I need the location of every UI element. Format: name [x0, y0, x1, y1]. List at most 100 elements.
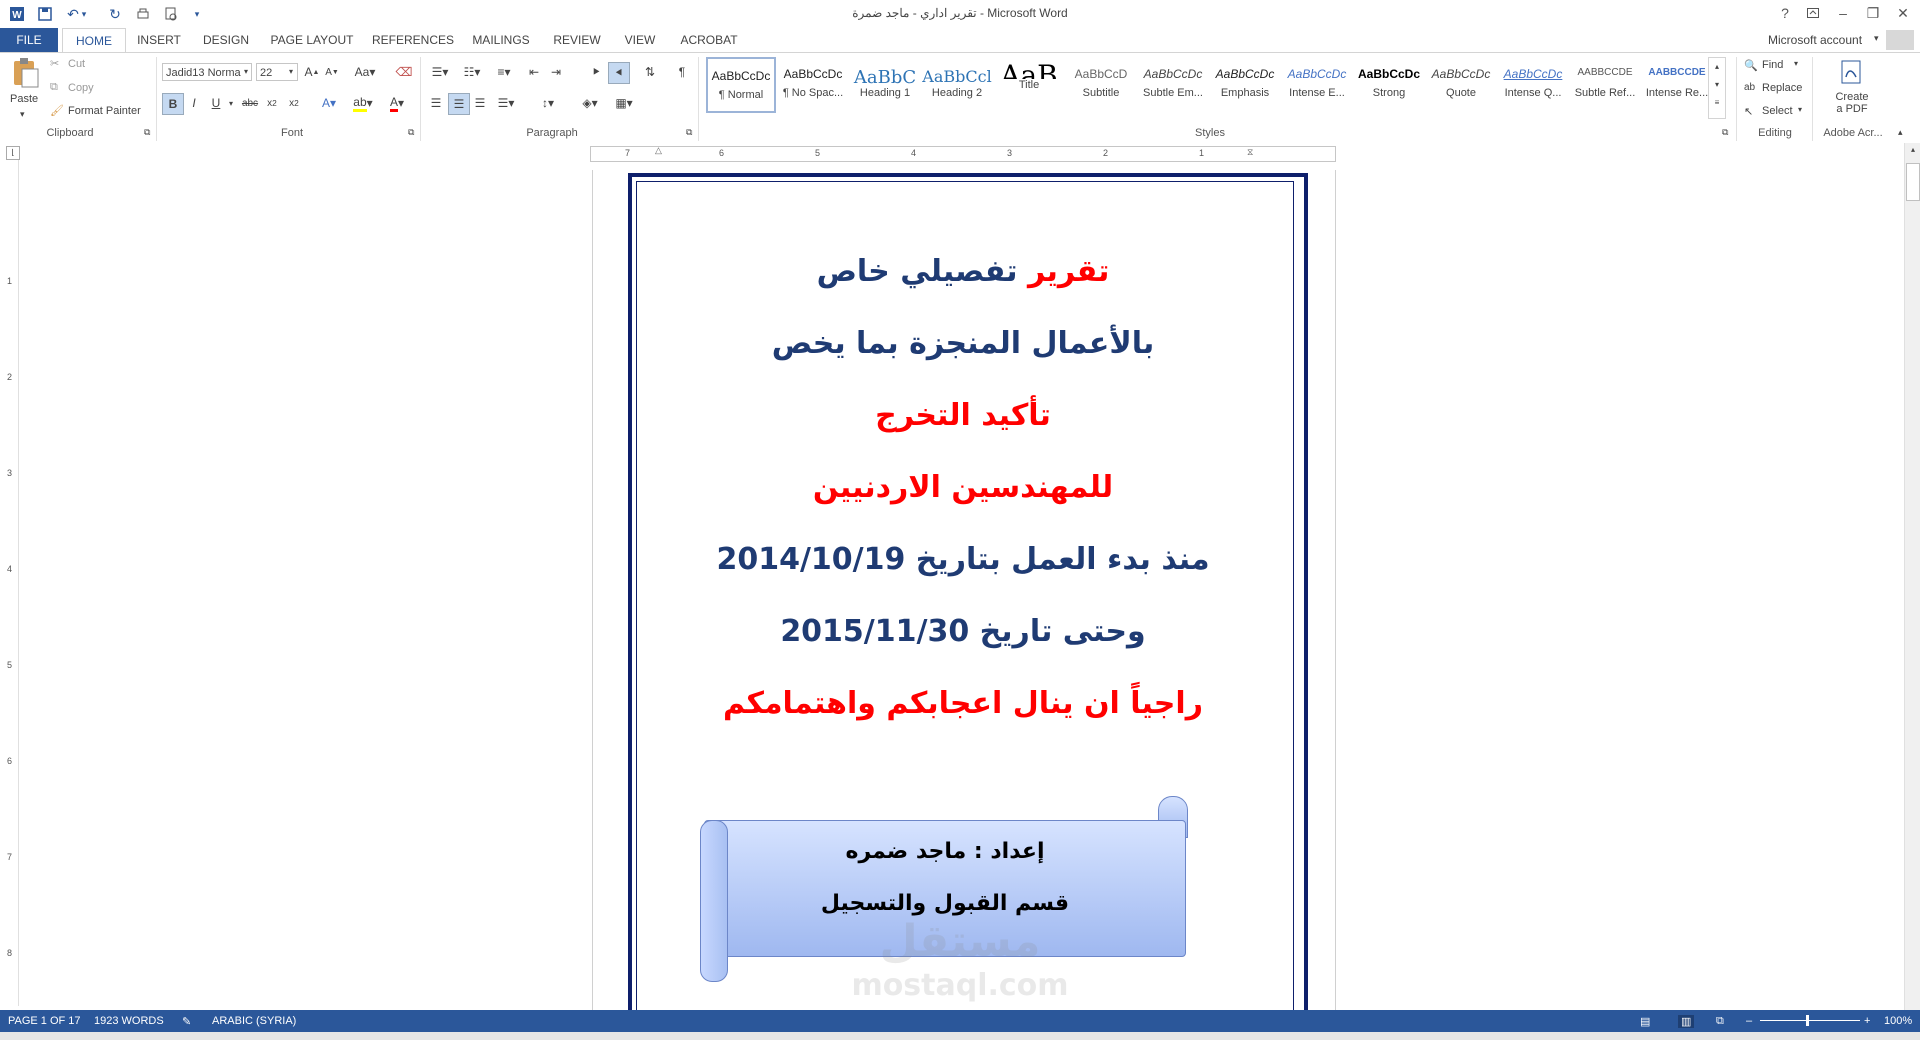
find-icon[interactable]: 🔍 — [1744, 59, 1758, 72]
superscript-button[interactable]: x2 — [284, 93, 304, 113]
subscript-button[interactable]: x2 — [262, 93, 282, 113]
style-subtitle[interactable]: AaBbCcD Subtitle — [1066, 57, 1136, 113]
style-intense-re[interactable]: AABBCCDE Intense Re... — [1642, 57, 1712, 113]
shading-icon[interactable]: ◈▾ — [576, 93, 604, 113]
help-button[interactable]: ? — [1770, 0, 1800, 26]
document-line[interactable]: وحتى تاريخ 2015/11/30 — [592, 614, 1334, 649]
font-name-input[interactable]: Jadid13 Norma — [162, 63, 252, 81]
zoom-slider-thumb[interactable] — [1806, 1015, 1809, 1026]
vertical-ruler[interactable]: 1 2 3 4 5 6 7 8 — [4, 160, 19, 1006]
multilevel-list-icon[interactable]: ≡▾ — [490, 62, 518, 82]
restore-icon[interactable]: ❐ — [1858, 0, 1888, 26]
paste-icon[interactable] — [10, 57, 40, 88]
increase-indent-icon[interactable]: ⇥ — [546, 62, 566, 82]
sort-icon[interactable]: ⇅ — [640, 62, 660, 82]
justify-icon[interactable]: ☰▾ — [492, 93, 520, 113]
avatar[interactable] — [1886, 30, 1914, 50]
language-indicator[interactable]: ARABIC (SYRIA) — [212, 1015, 296, 1027]
styles-launcher-icon[interactable]: ⧉ — [1722, 127, 1728, 138]
zoom-in-icon[interactable]: + — [1864, 1015, 1870, 1027]
ribbon-display-icon[interactable] — [1798, 0, 1828, 26]
format-painter-icon[interactable]: 🖌 — [50, 104, 64, 117]
copy-icon[interactable]: ⧉ — [50, 81, 58, 94]
preview-search-icon[interactable] — [160, 3, 182, 25]
right-indent-marker-icon[interactable]: ⧖ — [1247, 147, 1253, 158]
style-subtle-ref[interactable]: AABBCCDE Subtle Ref... — [1570, 57, 1640, 113]
undo-dropdown-icon[interactable]: ▾ — [78, 3, 90, 25]
font-size-dropdown-icon[interactable]: ▾ — [289, 67, 293, 76]
tab-selector-icon[interactable]: ⌊ — [6, 146, 20, 160]
change-case-icon[interactable]: Aa▾ — [350, 62, 380, 82]
rtl-icon[interactable]: ⯇ — [608, 62, 630, 84]
highlight-color-icon[interactable]: ab ▾ — [348, 93, 378, 113]
print-layout-icon[interactable]: ▥ — [1678, 1015, 1695, 1028]
ltr-icon[interactable]: ⯈ — [586, 62, 606, 82]
bullets-icon[interactable]: ☰▾ — [426, 62, 454, 82]
left-indent-marker-icon[interactable]: △ — [655, 145, 662, 156]
select-icon[interactable]: ↖ — [1744, 105, 1753, 118]
style-heading-2[interactable]: AaBbCcl Heading 2 — [922, 57, 992, 113]
paragraph-launcher-icon[interactable]: ⧉ — [686, 127, 692, 138]
document-line[interactable]: تقرير تفصيلي خاص — [592, 254, 1334, 289]
tab-insert[interactable]: INSERT — [132, 28, 186, 52]
bold-button[interactable]: B — [162, 93, 184, 115]
find-dropdown-icon[interactable]: ▾ — [1794, 59, 1798, 68]
select-dropdown-icon[interactable]: ▾ — [1798, 105, 1802, 114]
tab-design[interactable]: DESIGN — [198, 28, 254, 52]
tab-review[interactable]: REVIEW — [548, 28, 606, 52]
customize-qat-icon[interactable]: ▾ — [186, 3, 208, 25]
scrollbar-thumb[interactable] — [1906, 163, 1920, 201]
font-launcher-icon[interactable]: ⧉ — [408, 127, 414, 138]
minimize-icon[interactable]: – — [1828, 0, 1858, 26]
paste-dropdown-icon[interactable]: ▾ — [20, 109, 25, 120]
style-heading-1[interactable]: AaBbC Heading 1 — [850, 57, 920, 113]
style-intense-e[interactable]: AaBbCcDc Intense E... — [1282, 57, 1352, 113]
style-strong[interactable]: AaBbCcDc Strong — [1354, 57, 1424, 113]
document-line[interactable]: راجياً ان ينال اعجابكم واهتمامكم — [592, 686, 1334, 721]
find-button[interactable]: Find — [1762, 59, 1783, 71]
italic-button[interactable]: I — [184, 93, 204, 113]
account-name[interactable]: Microsoft account — [1768, 33, 1862, 47]
copy-button[interactable]: Copy — [68, 82, 94, 94]
web-layout-icon[interactable]: ⧉ — [1716, 1015, 1724, 1028]
clear-formatting-icon[interactable]: ⌫ — [394, 62, 414, 82]
cut-button[interactable]: Cut — [68, 58, 85, 70]
shrink-font-icon[interactable]: A ▼ — [322, 62, 342, 82]
redo-icon[interactable]: ↻ — [104, 3, 126, 25]
horizontal-ruler[interactable]: 7 6 5 4 3 2 1 △ ⧖ — [590, 145, 1336, 162]
print-preview-icon[interactable] — [132, 3, 154, 25]
select-button[interactable]: Select — [1762, 105, 1793, 117]
zoom-out-icon[interactable]: – — [1746, 1015, 1752, 1027]
align-center-icon[interactable]: ☰ — [448, 93, 470, 115]
page-count[interactable]: PAGE 1 OF 17 — [8, 1015, 81, 1027]
clipboard-launcher-icon[interactable]: ⧉ — [144, 127, 150, 138]
vertical-scrollbar[interactable]: ▴ — [1904, 143, 1920, 1011]
create-pdf-icon[interactable] — [1838, 59, 1864, 85]
cut-icon[interactable]: ✂ — [50, 57, 59, 70]
document-line[interactable]: بالأعمال المنجزة بما يخص — [592, 326, 1334, 361]
decrease-indent-icon[interactable]: ⇤ — [524, 62, 544, 82]
font-name-dropdown-icon[interactable]: ▾ — [244, 67, 248, 76]
collapse-ribbon-icon[interactable]: ▴ — [1898, 127, 1903, 138]
word-count[interactable]: 1923 WORDS — [94, 1015, 164, 1027]
document-line[interactable]: تأكيد التخرج — [592, 398, 1334, 433]
replace-icon[interactable]: ab — [1744, 82, 1755, 93]
scroll-up-icon[interactable]: ▴ — [1905, 145, 1920, 154]
style-quote[interactable]: AaBbCcDc Quote — [1426, 57, 1496, 113]
close-icon[interactable]: ✕ — [1888, 0, 1918, 26]
styles-more-icon[interactable]: ≡ — [1709, 94, 1725, 112]
zoom-slider[interactable] — [1760, 1020, 1860, 1021]
borders-icon[interactable]: ▦▾ — [610, 93, 638, 113]
replace-button[interactable]: Replace — [1762, 82, 1802, 94]
proofing-icon[interactable]: ✎ — [182, 1015, 191, 1028]
numbering-icon[interactable]: ☷▾ — [458, 62, 486, 82]
account-dropdown-icon[interactable]: ▾ — [1874, 33, 1879, 44]
tab-home[interactable]: HOME — [62, 28, 126, 53]
grow-font-icon[interactable]: A ▲ — [302, 62, 322, 82]
underline-dropdown-icon[interactable]: ▾ — [226, 93, 236, 113]
style-normal[interactable]: AaBbCcDc ¶ Normal — [706, 57, 776, 113]
show-marks-icon[interactable]: ¶ — [672, 62, 692, 82]
font-color-icon[interactable]: A ▾ — [382, 93, 412, 113]
style-intense-q[interactable]: AaBbCcDc Intense Q... — [1498, 57, 1568, 113]
line-spacing-icon[interactable]: ↕▾ — [534, 93, 562, 113]
